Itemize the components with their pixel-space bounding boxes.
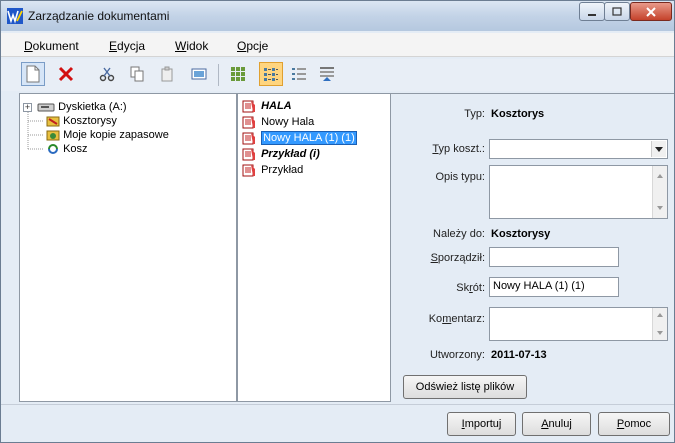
menu-opcje[interactable]: Opcje	[237, 39, 268, 53]
short-name-label: Skrót:	[456, 282, 485, 294]
refresh-file-list-button[interactable]: Odśwież listę plików	[403, 375, 527, 399]
paste-button[interactable]	[155, 62, 179, 86]
button-bar: Importuj Anuluj Pomoc	[1, 404, 674, 442]
comment-label: Komentarz:	[428, 313, 485, 325]
comment-field[interactable]	[489, 307, 668, 341]
cost-estimate-file-icon	[242, 116, 255, 129]
file-item-nowy-hala[interactable]: Nowy Hala	[242, 116, 314, 129]
file-item-przyklad[interactable]: Przykład	[242, 164, 303, 177]
details-view-icon	[320, 67, 334, 81]
belongs-to-label: Należy do:	[433, 228, 485, 240]
type-description-field[interactable]	[489, 165, 668, 219]
cancel-button[interactable]: Anuluj	[522, 412, 591, 436]
chevron-down-icon	[655, 146, 663, 152]
tree-item-label: Moje kopie zapasowe	[63, 129, 169, 141]
recycle-bin-icon	[48, 144, 58, 154]
type-label: Typ:	[464, 108, 485, 120]
file-label: Nowy Hala	[261, 116, 315, 128]
cost-estimate-file-icon	[242, 164, 255, 177]
menu-widok[interactable]: Widok	[175, 39, 208, 53]
author-field[interactable]	[489, 247, 619, 267]
app-logo-icon	[7, 8, 23, 24]
created-value: 2011-07-13	[491, 349, 547, 361]
cost-estimate-file-icon	[242, 132, 255, 145]
main-window: Zarządzanie dokumentami Dokument Edycja …	[0, 0, 675, 443]
close-icon	[646, 6, 656, 17]
delete-button[interactable]	[54, 62, 78, 86]
cut-button[interactable]	[95, 62, 119, 86]
copy-icon	[130, 66, 144, 82]
preview-button[interactable]	[187, 62, 211, 86]
description-scrollbar[interactable]	[652, 166, 667, 218]
large-icons-view-icon	[231, 67, 245, 81]
cost-estimate-file-icon	[242, 100, 255, 113]
comment-scrollbar[interactable]	[652, 308, 667, 340]
cost-estimates-folder-icon	[46, 116, 60, 127]
short-name-value: Nowy HALA (1) (1)	[493, 280, 585, 292]
help-button[interactable]: Pomoc	[598, 412, 670, 436]
floppy-drive-icon	[37, 103, 55, 112]
menu-dokument[interactable]: Dokument	[24, 39, 79, 53]
image-icon	[191, 68, 207, 80]
expand-icon[interactable]: +	[23, 103, 32, 112]
scroll-up-icon[interactable]	[657, 313, 663, 317]
tree-item-label: Kosz	[63, 143, 88, 155]
tree-item-dyskietka[interactable]: + Dyskietka (A:)	[23, 101, 127, 114]
details-view-button[interactable]	[315, 62, 339, 86]
file-item-hala[interactable]: HALA	[242, 100, 292, 113]
copy-button[interactable]	[125, 62, 149, 86]
tree-item-label: Kosztorysy	[63, 115, 117, 127]
minimize-icon	[588, 13, 596, 16]
belongs-to-value: Kosztorysy	[491, 228, 551, 240]
properties-panel: Typ: Kosztorys Typ koszt.: Opis typu: Na…	[391, 93, 674, 402]
file-label: Przykład (i)	[261, 148, 320, 160]
file-list[interactable]: HALA Nowy Hala Nowy HALA (1) (1) Przykła…	[237, 93, 391, 402]
file-item-przyklad-i[interactable]: Przykład (i)	[242, 148, 320, 161]
list-view-button[interactable]	[287, 62, 311, 86]
tree-item-moje-kopie[interactable]: Moje kopie zapasowe	[46, 129, 169, 142]
backup-folder-icon	[46, 130, 60, 141]
type-description-label: Opis typu:	[435, 171, 485, 183]
new-document-icon	[26, 65, 40, 83]
short-name-field[interactable]: Nowy HALA (1) (1)	[489, 277, 619, 297]
menu-edycja[interactable]: Edycja	[109, 39, 145, 53]
window-title: Zarządzanie dokumentami	[28, 9, 170, 23]
scroll-down-icon[interactable]	[657, 206, 663, 210]
tree-item-kosztorysy[interactable]: Kosztorysy	[46, 115, 117, 128]
title-bar[interactable]: Zarządzanie dokumentami	[1, 1, 674, 31]
file-label: HALA	[261, 100, 292, 112]
small-icons-view-button[interactable]	[259, 62, 283, 86]
tree-item-label: Dyskietka (A:)	[58, 101, 127, 113]
author-label: Sporządził:	[430, 252, 485, 264]
cost-type-label: Typ koszt.:	[432, 143, 485, 155]
small-icons-view-icon	[264, 68, 278, 81]
created-label: Utworzony:	[429, 349, 485, 361]
scissors-icon	[99, 67, 115, 82]
minimize-button[interactable]	[579, 2, 605, 21]
cost-estimate-file-icon	[242, 148, 255, 161]
file-label: Przykład	[261, 164, 304, 176]
delete-icon	[58, 66, 74, 82]
close-button[interactable]	[630, 2, 672, 21]
import-button[interactable]: Importuj	[447, 412, 516, 436]
cost-type-select[interactable]	[489, 139, 668, 159]
paste-icon	[161, 66, 173, 82]
file-label-edit[interactable]: Nowy HALA (1) (1)	[261, 131, 357, 145]
large-icons-view-button[interactable]	[226, 62, 250, 86]
toolbar-separator	[218, 64, 219, 86]
tree-item-kosz[interactable]: Kosz	[46, 143, 88, 156]
list-view-icon	[292, 68, 306, 80]
file-item-nowy-hala-selected[interactable]: Nowy HALA (1) (1)	[242, 131, 357, 145]
menu-bar: Dokument Edycja Widok Opcje	[1, 33, 674, 57]
scroll-up-icon[interactable]	[657, 174, 663, 178]
maximize-button[interactable]	[604, 2, 630, 21]
maximize-icon	[612, 6, 622, 16]
toolbar	[1, 59, 674, 91]
folder-tree[interactable]: + Dyskietka (A:) Kosztorysy Moje kopie z…	[19, 93, 237, 402]
dropdown-button[interactable]	[651, 141, 666, 157]
type-value: Kosztorys	[491, 108, 545, 120]
new-document-button[interactable]	[21, 62, 45, 86]
scroll-down-icon[interactable]	[657, 331, 663, 335]
